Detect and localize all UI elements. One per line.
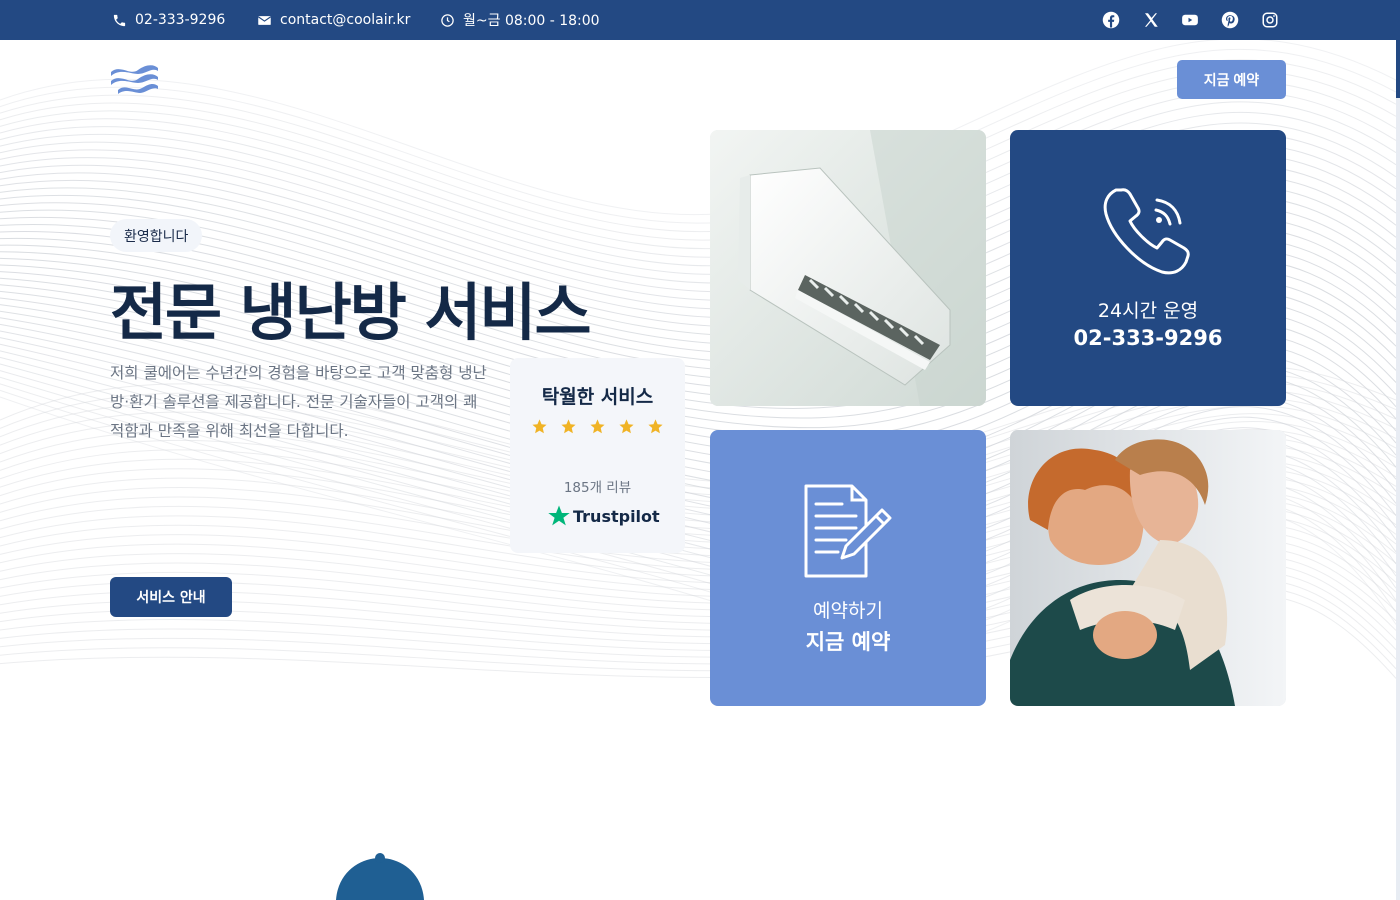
booking-card-cta: 지금 예약 [805, 630, 891, 654]
top-phone[interactable]: 02-333-9296 [112, 0, 225, 40]
book-now-header-button[interactable]: 지금 예약 [1177, 60, 1286, 99]
star-icon [590, 419, 605, 434]
review-count: 185개 리뷰 [563, 480, 632, 496]
top-hours: 월~금 08:00 - 18:00 [440, 0, 600, 40]
star-icon [619, 419, 634, 434]
scrollbar-thumb[interactable] [1396, 0, 1400, 98]
youtube-icon[interactable] [1181, 11, 1199, 29]
x-icon[interactable] [1142, 11, 1160, 29]
pinterest-icon[interactable] [1221, 11, 1239, 29]
hero-description: 저희 쿨에어는 수년간의 경험을 바탕으로 고객 맞춤형 냉난방·환기 솔루션을… [110, 364, 487, 440]
trustpilot-star-icon [548, 505, 570, 526]
top-hours-text: 월~금 08:00 - 18:00 [463, 13, 600, 29]
trustpilot-logo[interactable]: Trustpilot [547, 504, 660, 528]
review-title: 탁월한 서비스 [541, 386, 654, 408]
phone-card-label: 24시간 운영 [1097, 300, 1199, 322]
phone-card[interactable]: 24시간 운영 02-333-9296 [1010, 130, 1286, 406]
clock-icon [441, 13, 454, 27]
air-conditioner-image [710, 130, 986, 406]
phone-icon [113, 14, 126, 26]
welcome-badge: 환영합니다 [110, 219, 203, 252]
instagram-icon[interactable] [1261, 11, 1279, 29]
envelope-icon [257, 15, 272, 25]
scrollbar[interactable] [1396, 0, 1400, 900]
logo[interactable] [108, 62, 162, 98]
document-edit-icon [804, 484, 892, 578]
booking-card[interactable]: 예약하기 지금 예약 [710, 430, 986, 706]
booking-card-label: 예약하기 [813, 600, 883, 622]
services-button[interactable]: 서비스 안내 [110, 577, 232, 617]
top-email-text: contact@coolair.kr [280, 12, 411, 28]
review-card: 탁월한 서비스 185개 리뷰 Trustpilot [510, 358, 685, 553]
phone-card-number: 02-333-9296 [1073, 326, 1223, 350]
page-title: 전문 냉난방 서비스 [110, 276, 591, 349]
top-phone-text: 02-333-9296 [135, 12, 226, 28]
star-icon [532, 419, 547, 434]
star-icon [561, 419, 576, 434]
trustpilot-text: Trustpilot [573, 506, 660, 526]
star-rating [530, 418, 665, 435]
top-email[interactable]: contact@coolair.kr [257, 0, 410, 40]
worker-cap-image [336, 853, 424, 900]
facebook-icon[interactable] [1102, 11, 1120, 29]
top-bar: 02-333-9296 contact@coolair.kr 월~금 08:00… [0, 0, 1396, 40]
happy-couple-image [1010, 430, 1286, 706]
phone-ringing-icon [1103, 188, 1190, 275]
star-icon [648, 419, 663, 434]
